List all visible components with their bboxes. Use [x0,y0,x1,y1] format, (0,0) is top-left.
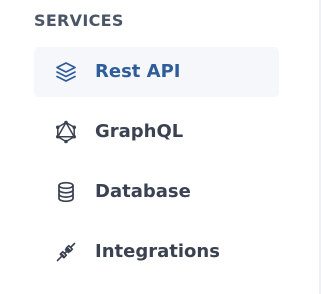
sidebar-item-label: Integrations [95,241,220,262]
section-title: SERVICES [34,11,124,30]
database-icon [54,180,78,204]
sidebar-item-graphql[interactable]: GraphQL [34,107,279,157]
sidebar-item-label: Database [95,181,191,202]
sidebar-item-label: Rest API [95,61,181,82]
sidebar-item-rest-api[interactable]: Rest API [34,47,279,97]
sidebar: SERVICES Rest API GraphQL Database Integ… [0,0,321,294]
sidebar-item-database[interactable]: Database [34,167,279,217]
plug-icon [54,240,78,264]
sidebar-item-integrations[interactable]: Integrations [34,227,279,277]
sidebar-item-label: GraphQL [95,121,184,142]
graphql-icon [54,120,78,144]
layers-icon [54,60,78,84]
